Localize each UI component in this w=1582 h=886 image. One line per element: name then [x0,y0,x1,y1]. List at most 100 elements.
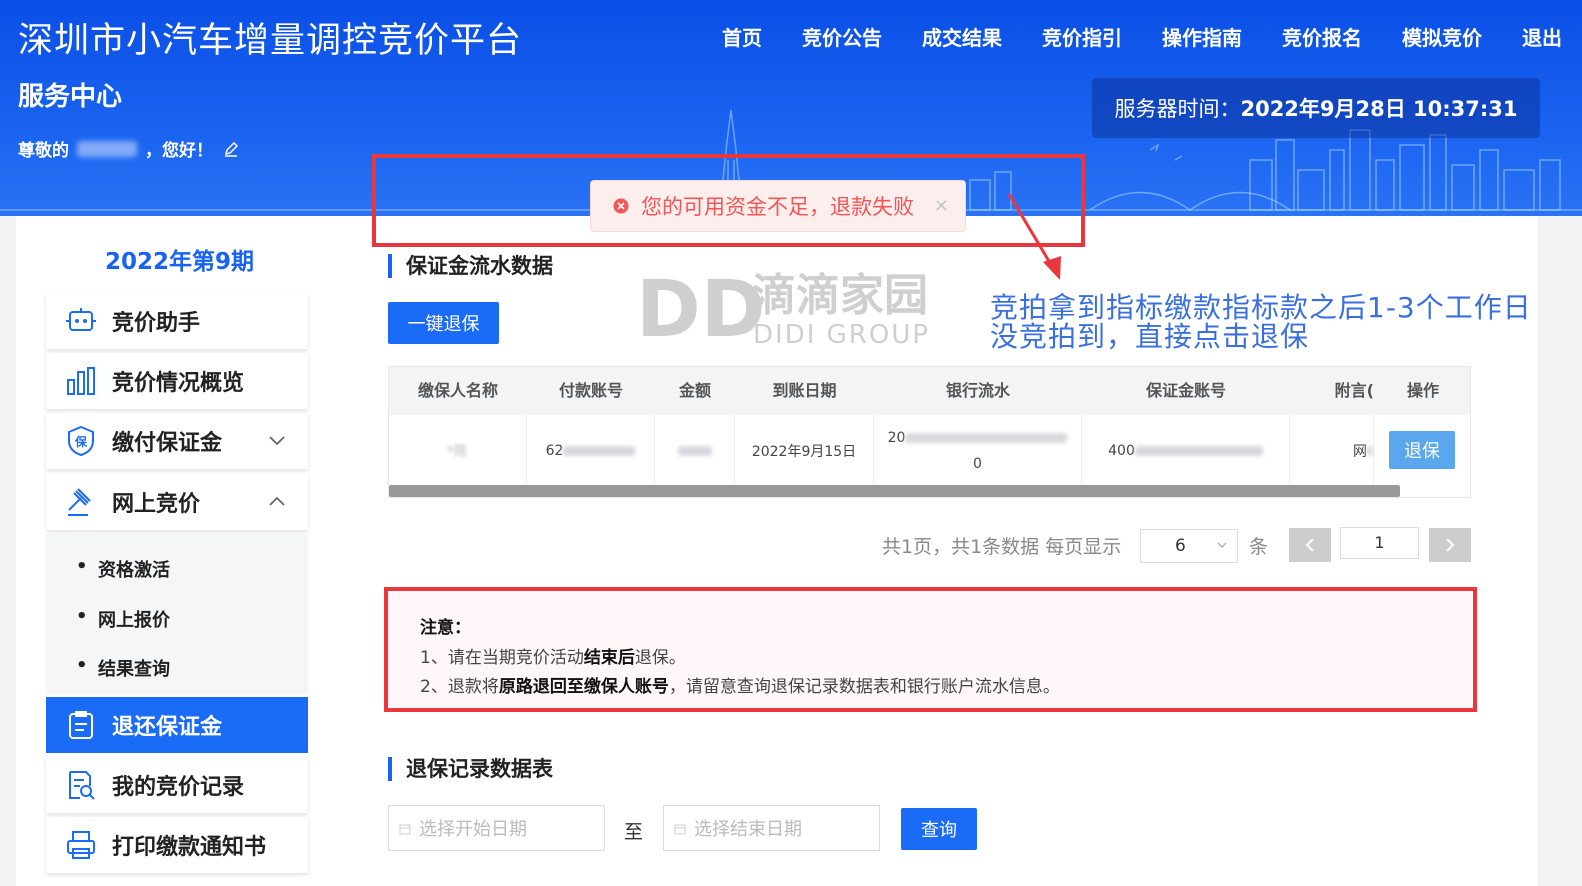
sidebar-item-bid-assistant[interactable]: 竞价助手 [46,293,308,349]
annotation-line-2: 没竞拍到，直接点击退保 [990,320,1310,353]
pay-account-prefix: 62 [545,443,564,459]
sidebar-item-pay-deposit[interactable]: 保 缴付保证金 [46,413,308,469]
cell-amount [655,415,735,487]
notice-emphasis: 原路退回至缴保人账号 [498,677,669,697]
col-action: 操作 [1406,381,1439,400]
close-icon[interactable]: × [934,195,949,216]
nav-results[interactable]: 成交结果 [922,22,1002,51]
cell-pay-account: 62 [527,415,655,487]
cell-payer-name: *陈 [389,415,527,487]
col-deposit-account: 保证金账号 [1145,381,1226,400]
notice-text: 2、退款将 [420,677,499,697]
end-date-placeholder: 选择结束日期 [694,819,802,840]
notice-box: 注意： 1、请在当期竞价活动结束后退保。 2、退款将原路退回至缴保人账号，请留意… [384,587,1477,712]
sidebar-item-label: 网上竞价 [112,492,201,517]
page-size-select[interactable]: 6 [1140,529,1238,563]
user-greeting: 尊敬的 ，您好！ [18,136,239,161]
chevron-down-icon [269,436,285,446]
sidebar-item-label: 我的竞价记录 [112,775,245,800]
date-range-separator: 至 [624,821,644,843]
start-date-input[interactable]: 选择开始日期 [388,805,605,851]
submenu-result-query[interactable]: 结果查询 [76,655,170,681]
pagination-info: 共1页，共1条数据 每页显示 [882,536,1122,558]
notice-text: 退保。 [634,648,686,668]
shield-icon: 保 [68,425,94,457]
sidebar-item-label: 退还保证金 [112,715,223,740]
annotation-arrow-icon [1007,193,1061,280]
next-page-button[interactable] [1429,528,1471,562]
period-label: 2022年第9期 [105,249,255,275]
top-nav: 首页 竞价公告 成交结果 竞价指引 操作指南 竞价报名 模拟竞价 退出 [682,22,1562,51]
didi-watermark-logo: DD 滴滴家园 DIDI GROUP [636,266,930,348]
horizontal-scrollbar[interactable] [389,485,1400,497]
col-arrival-date: 到账日期 [772,381,837,400]
deposit-account-prefix: 400 [1108,443,1135,459]
nav-registration[interactable]: 竞价报名 [1282,22,1362,51]
calendar-icon [399,824,411,835]
nav-simulation[interactable]: 模拟竞价 [1402,22,1482,51]
watermark-cn: 滴滴家园 [752,270,928,321]
page-number-input[interactable]: 1 [1340,527,1419,559]
refund-all-button[interactable]: 一键退保 [388,302,499,344]
edit-icon[interactable] [223,141,239,157]
sidebar-item-label: 竞价助手 [112,311,201,336]
deposit-table: 缴保人名称 付款账号 金额 到账日期 银行流水 保证金账号 附言( 操作 *陈 … [388,366,1471,498]
notice-line-1: 1、请在当期竞价活动结束后退保。 [420,643,686,668]
page-size-value: 6 [1175,536,1186,556]
cell-arrival-date: 2022年9月15日 [735,415,874,487]
toast-message: 您的可用资金不足，退款失败 [641,195,914,219]
sidebar-item-overview[interactable]: 竞价情况概览 [46,353,308,409]
cell-remark: 网 [1290,415,1374,487]
col-bank-flow: 银行流水 [945,381,1010,400]
submenu-qualification-activation[interactable]: 资格激活 [76,556,170,582]
sidebar-item-my-records[interactable]: 我的竞价记录 [46,757,308,813]
svg-text:保: 保 [74,434,88,449]
bar-chart-icon [67,367,95,395]
sidebar-item-refund-deposit[interactable]: 退还保证金 [46,697,308,753]
sidebar-item-print-notice[interactable]: 打印缴款通知书 [46,817,308,873]
bank-flow-prefix: 20 [887,430,906,446]
col-pay-account: 付款账号 [558,381,623,400]
nav-announcements[interactable]: 竞价公告 [802,22,882,51]
chevron-left-icon [1305,538,1314,552]
printer-icon [67,831,95,859]
greeting-prefix: 尊敬的 [18,141,69,161]
page-size-unit: 条 [1249,536,1269,558]
col-amount: 金额 [678,381,711,400]
table-header: 缴保人名称 付款账号 金额 到账日期 银行流水 保证金账号 附言( 操作 [389,367,1470,415]
col-remark: 附言( [1334,381,1374,400]
nav-bidding-guide[interactable]: 竞价指引 [1042,22,1122,51]
notice-line-2: 2、退款将原路退回至缴保人账号，请留意查询退保记录数据表和银行账户流水信息。 [420,672,1060,697]
nav-home[interactable]: 首页 [722,22,762,51]
remark-prefix: 网 [1353,444,1367,460]
nav-operation-guide[interactable]: 操作指南 [1162,22,1242,51]
notice-text: 1、请在当期竞价活动 [420,648,584,668]
error-toast: 您的可用资金不足，退款失败 × [590,180,966,232]
submenu-online-quote[interactable]: 网上报价 [76,606,170,632]
table-row: *陈 62 2022年9月15日 20 0 400 网 退保 [389,415,1470,487]
refund-records-title: 退保记录数据表 [388,757,553,781]
online-bidding-submenu: 资格激活 网上报价 结果查询 [46,534,308,694]
sidebar-item-online-bidding[interactable]: 网上竞价 [46,474,308,530]
query-button[interactable]: 查询 [901,808,977,850]
clipboard-icon [69,711,93,739]
deposit-flow-title: 保证金流水数据 [388,254,553,278]
refund-deposit-button[interactable]: 退保 [1389,431,1455,469]
notice-text: ，请留意查询退保记录数据表和银行账户流水信息。 [668,677,1060,697]
cell-bank-flow: 20 0 [874,415,1082,487]
bank-flow-suffix: 0 [973,456,982,472]
greeting-suffix: ，您好！ [145,141,213,161]
error-icon [613,198,629,214]
prev-page-button[interactable] [1289,528,1331,562]
chevron-right-icon [1446,538,1455,552]
notice-emphasis: 结束后 [583,648,635,668]
end-date-input[interactable]: 选择结束日期 [663,805,880,851]
gavel-icon [68,488,91,516]
nav-logout[interactable]: 退出 [1522,22,1562,51]
start-date-placeholder: 选择开始日期 [419,819,527,840]
server-time-value: 2022年9月28日 10:37:31 [1240,97,1518,121]
service-center-title: 服务中心 [18,82,123,112]
payer-name-masked: *陈 [447,444,468,460]
watermark-en: DIDI GROUP [753,320,930,348]
server-time-panel: 服务器时间： 2022年9月28日 10:37:31 [1092,78,1540,138]
